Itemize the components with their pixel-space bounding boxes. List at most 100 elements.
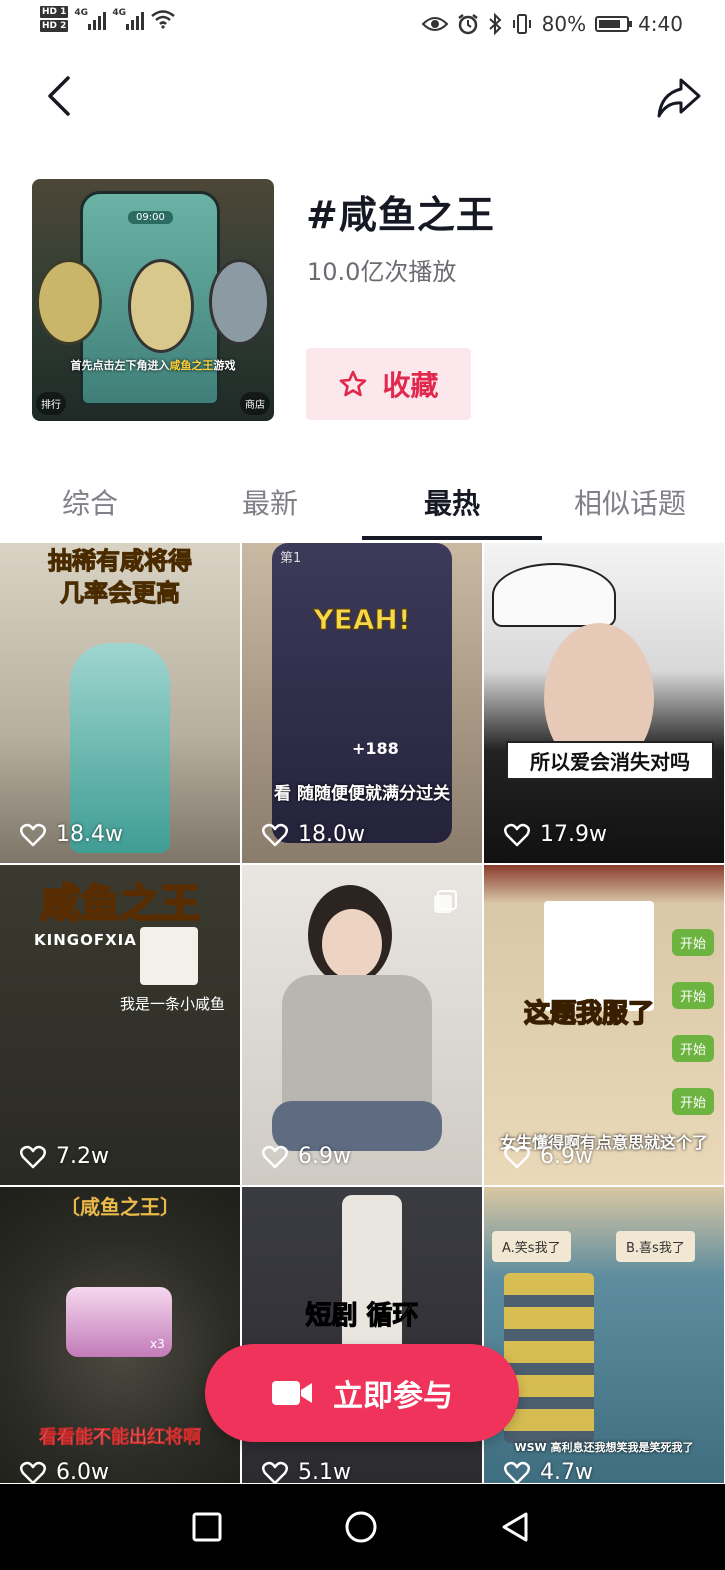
cover-rank-badge: 排行 bbox=[36, 392, 66, 415]
like-count: 6.0w bbox=[20, 1460, 109, 1483]
cover-shop-badge: 商店 bbox=[240, 392, 270, 415]
video-thumb-face bbox=[322, 909, 382, 979]
vibrate-icon bbox=[512, 14, 531, 34]
video-thumb-fish-sticker bbox=[140, 927, 198, 985]
video-overlay-text: 看看能不能出红将啊 bbox=[39, 1427, 202, 1449]
like-count: 6.9w bbox=[504, 1144, 593, 1169]
video-game-logo: 〔咸鱼之王〕 bbox=[60, 1195, 180, 1219]
topic-title: #咸鱼之王 bbox=[306, 193, 495, 237]
favorite-label: 收藏 bbox=[382, 369, 439, 402]
video-overlay-text: WSW 高利息还我想笑我是笑死我了 bbox=[514, 1441, 694, 1454]
heart-icon bbox=[20, 1145, 46, 1168]
video-card[interactable]: 第1 YEAH! +188 看 随随便便就满分过关 18.0w bbox=[242, 543, 482, 863]
video-option-b: B.喜s我了 bbox=[616, 1231, 695, 1262]
video-thumb-start: 开始 bbox=[671, 1088, 714, 1115]
back-button[interactable] bbox=[36, 70, 88, 122]
home-button[interactable] bbox=[344, 1510, 378, 1544]
tab-latest[interactable]: 最新 bbox=[242, 482, 298, 522]
heart-icon bbox=[504, 823, 530, 846]
eye-icon bbox=[421, 17, 448, 31]
alarm-icon bbox=[457, 14, 478, 35]
tab-bar: 综合 最新 最热 相似话题 bbox=[0, 470, 725, 540]
video-card[interactable]: 咸鱼之王 KINGOFXIA 我是一条小咸鱼 7.2w bbox=[0, 865, 240, 1185]
like-count-text: 6.9w bbox=[540, 1144, 593, 1169]
like-count: 6.9w bbox=[262, 1144, 351, 1169]
heart-icon bbox=[504, 1145, 530, 1168]
video-multiplier: x3 bbox=[150, 1337, 165, 1351]
cover-caption-highlight: 咸鱼之王 bbox=[169, 359, 214, 372]
status-bar: HD 1 HD 2 4G 4G 80% 4:40 bbox=[0, 0, 725, 50]
share-arrow-icon[interactable] bbox=[653, 72, 705, 124]
star-icon bbox=[340, 370, 367, 397]
video-thumb-hat bbox=[492, 563, 616, 627]
heart-icon bbox=[262, 1461, 288, 1483]
video-thumb-fish-stack bbox=[504, 1273, 594, 1443]
video-rank-badge: 第1 bbox=[280, 551, 302, 566]
heart-icon bbox=[262, 1145, 288, 1168]
multi-image-icon bbox=[434, 890, 457, 913]
like-count-text: 17.9w bbox=[540, 822, 607, 847]
heart-icon bbox=[504, 1461, 530, 1483]
signal-sim1-icon: 4G bbox=[74, 8, 107, 30]
cover-caption-pre: 首先点击左下角进入 bbox=[70, 359, 170, 372]
video-option-a: A.笑s我了 bbox=[492, 1231, 571, 1262]
favorite-button[interactable]: 收藏 bbox=[306, 348, 471, 420]
like-count: 17.9w bbox=[504, 822, 607, 847]
heart-icon bbox=[20, 1461, 46, 1483]
tab-general[interactable]: 综合 bbox=[62, 482, 118, 522]
video-game-logo-en: KINGOFXIA bbox=[34, 931, 137, 949]
tab-similar-topics[interactable]: 相似话题 bbox=[574, 482, 686, 522]
video-camera-icon bbox=[272, 1381, 312, 1405]
join-now-label: 立即参与 bbox=[333, 1379, 453, 1414]
battery-percent: 80% bbox=[541, 12, 587, 36]
like-count-text: 6.9w bbox=[298, 1144, 351, 1169]
like-count-text: 7.2w bbox=[56, 1144, 109, 1169]
like-count: 7.2w bbox=[20, 1144, 109, 1169]
video-overlay-text: 抽稀有咸将得 几率会更高 bbox=[48, 547, 193, 608]
video-overlay-text: 这题我服了 bbox=[523, 998, 655, 1030]
video-card[interactable]: 〔咸鱼之王〕 x3 看看能不能出红将啊 6.0w bbox=[0, 1187, 240, 1483]
video-card[interactable]: 所以爱会消失对吗 17.9w bbox=[484, 543, 724, 863]
cover-timer: 09:00 bbox=[128, 211, 173, 224]
cover-fish-center bbox=[128, 259, 194, 353]
hd-indicator: HD 1 HD 2 bbox=[40, 6, 69, 32]
like-count: 18.4w bbox=[20, 822, 123, 847]
cover-caption: 首先点击左下角进入咸鱼之王游戏 bbox=[32, 357, 274, 373]
like-count-text: 18.0w bbox=[298, 822, 365, 847]
heart-icon bbox=[262, 823, 288, 846]
bluetooth-icon bbox=[488, 13, 502, 35]
system-back-button[interactable] bbox=[498, 1510, 532, 1544]
video-thumb-shirt bbox=[282, 975, 432, 1115]
video-card[interactable]: 抽稀有咸将得 几率会更高 18.4w bbox=[0, 543, 240, 863]
video-overlay-text: 我是一条小咸鱼 bbox=[120, 995, 226, 1013]
tab-hottest[interactable]: 最热 bbox=[424, 482, 480, 522]
video-overlay-text: 看 随随便便就满分过关 bbox=[274, 784, 450, 804]
battery-icon bbox=[595, 16, 633, 32]
cover-caption-post: 游戏 bbox=[213, 359, 236, 372]
video-overlay-text: 短剧 循环 bbox=[305, 1301, 419, 1332]
topic-play-count: 10.0亿次播放 bbox=[307, 258, 457, 286]
like-count-text: 4.7w bbox=[540, 1460, 593, 1483]
sim1-network-label: 4G bbox=[74, 8, 89, 18]
join-now-button[interactable]: 立即参与 bbox=[205, 1344, 519, 1442]
video-card[interactable]: A.笑s我了 B.喜s我了 WSW 高利息还我想笑我是笑死我了 4.7w bbox=[484, 1187, 724, 1483]
video-overlay-text: 所以爱会消失对吗 bbox=[506, 741, 714, 780]
video-yeah-text: YEAH! bbox=[313, 603, 411, 637]
like-count-text: 18.4w bbox=[56, 822, 123, 847]
wifi-icon bbox=[151, 10, 176, 29]
sim2-network-label: 4G bbox=[112, 8, 127, 18]
system-navigation-bar bbox=[0, 1484, 725, 1570]
hd2-label: HD 2 bbox=[40, 20, 69, 32]
video-card[interactable]: 开始 开始 开始 开始 这题我服了 女生懂得啊有点意思就这个了 6.9w bbox=[484, 865, 724, 1185]
like-count: 4.7w bbox=[504, 1460, 593, 1483]
cover-fish-right bbox=[209, 259, 270, 345]
hd1-label: HD 1 bbox=[40, 6, 69, 18]
like-count: 18.0w bbox=[262, 822, 365, 847]
video-card[interactable]: 6.9w bbox=[242, 865, 482, 1185]
cover-fish-left bbox=[36, 259, 102, 345]
video-game-logo: 咸鱼之王 bbox=[39, 880, 201, 928]
heart-icon bbox=[20, 823, 46, 846]
like-count-text: 5.1w bbox=[298, 1460, 351, 1483]
video-thumb-start: 开始 bbox=[671, 929, 714, 956]
recent-apps-button[interactable] bbox=[190, 1510, 224, 1544]
